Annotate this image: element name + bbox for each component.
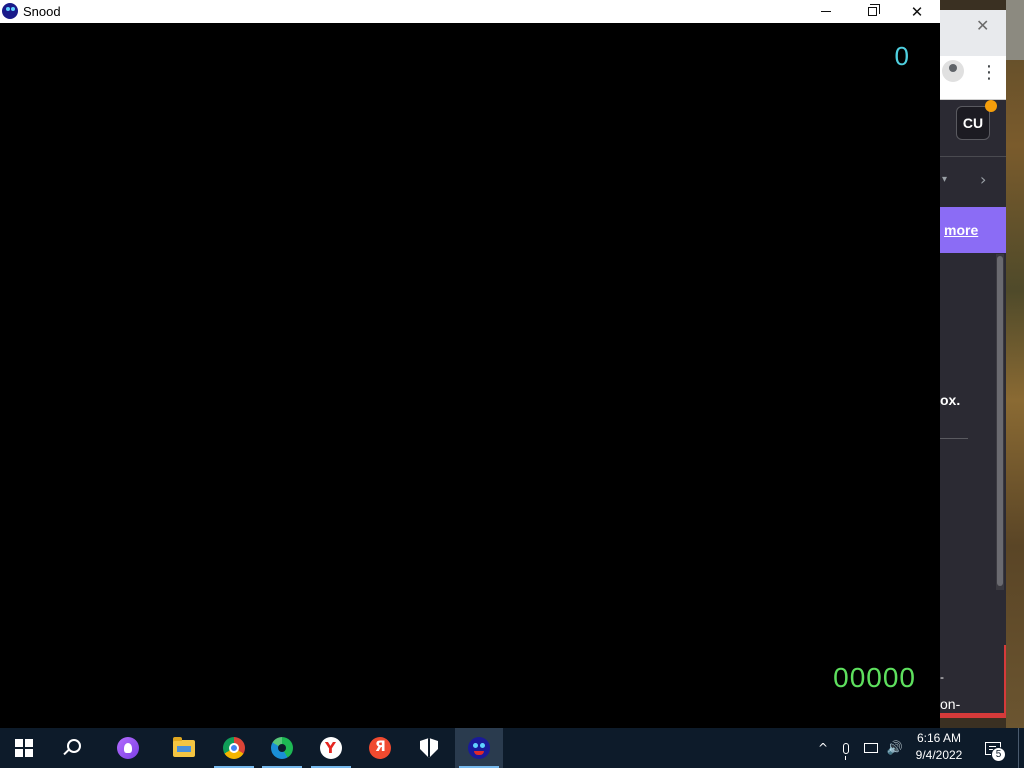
alice-icon xyxy=(117,737,139,759)
user-avatar[interactable]: CU xyxy=(956,106,990,140)
score-counter-top: 0 xyxy=(894,41,909,71)
taskbar-edge[interactable] xyxy=(258,728,306,768)
edge-icon xyxy=(271,737,293,759)
taskbar-file-explorer[interactable] xyxy=(160,728,208,768)
clock[interactable]: 6:16 AM 9/4/2022 xyxy=(908,730,970,764)
taskbar-yandex-browser[interactable] xyxy=(356,728,404,768)
banner-more-link[interactable]: more xyxy=(944,222,978,238)
desktop-wallpaper xyxy=(1006,0,1024,728)
score-counter-bottom: 00000 xyxy=(833,662,916,693)
background-browser-window[interactable]: ✕ ⋮ CU ▾ › more ox. - on- xyxy=(940,10,1006,718)
notification-dot xyxy=(985,100,997,112)
browser-menu-icon[interactable]: ⋮ xyxy=(980,62,998,83)
volume-icon[interactable]: 🔊 xyxy=(884,728,906,768)
taskbar-alice[interactable] xyxy=(104,728,152,768)
browser-close-icon[interactable]: ✕ xyxy=(976,16,989,35)
restore-icon xyxy=(867,4,880,16)
yandex-icon xyxy=(320,737,342,759)
shield-icon xyxy=(420,738,438,758)
dropdown-arrow-icon[interactable]: ▾ xyxy=(942,174,947,185)
partial-text: on- xyxy=(940,696,961,712)
partial-text: - xyxy=(940,670,944,684)
taskbar-chrome[interactable] xyxy=(210,728,258,768)
taskbar-yandex[interactable] xyxy=(307,728,355,768)
windows-icon xyxy=(15,739,33,757)
chevron-right-icon[interactable]: › xyxy=(980,170,986,189)
taskbar: ^ 🔊 6:16 AM 9/4/2022 xyxy=(0,728,1024,768)
desktop-wallpaper-top xyxy=(1006,0,1024,60)
divider xyxy=(940,156,1006,157)
partial-text: ox. xyxy=(940,392,961,408)
start-button[interactable] xyxy=(0,728,48,768)
folder-icon xyxy=(173,736,195,757)
scrollbar-thumb[interactable] xyxy=(997,256,1003,586)
show-hidden-icons-button[interactable]: ^ xyxy=(813,728,833,768)
clock-date: 9/4/2022 xyxy=(915,748,963,762)
minimize-icon xyxy=(821,11,831,12)
game-canvas[interactable]: 0 00000 xyxy=(0,23,940,728)
network-icon[interactable] xyxy=(860,728,882,768)
snood-app-icon xyxy=(2,3,18,19)
divider xyxy=(940,438,968,439)
chrome-icon xyxy=(223,737,245,759)
close-button[interactable]: ✕ xyxy=(894,0,940,23)
taskbar-snood[interactable] xyxy=(455,728,503,768)
browser-tab-bar xyxy=(940,10,1006,56)
title-bar[interactable]: Snood ✕ xyxy=(0,0,940,23)
minimize-button[interactable] xyxy=(803,0,849,23)
clock-time: 6:16 AM xyxy=(916,731,962,745)
snood-window: Snood ✕ 0 00000 xyxy=(0,0,940,728)
microphone-icon[interactable] xyxy=(836,728,856,768)
profile-icon[interactable] xyxy=(942,60,964,82)
search-icon xyxy=(67,739,81,753)
red-accent xyxy=(1004,645,1006,717)
yandex-browser-icon xyxy=(369,737,391,759)
red-accent xyxy=(940,713,1006,718)
notification-count-badge: 5 xyxy=(991,747,1006,762)
restore-button[interactable] xyxy=(849,0,895,23)
taskbar-windows-security[interactable] xyxy=(405,728,453,768)
show-desktop-button[interactable] xyxy=(1018,728,1019,768)
search-button[interactable] xyxy=(48,728,96,768)
snood-icon xyxy=(468,737,490,759)
window-title: Snood xyxy=(23,4,61,19)
